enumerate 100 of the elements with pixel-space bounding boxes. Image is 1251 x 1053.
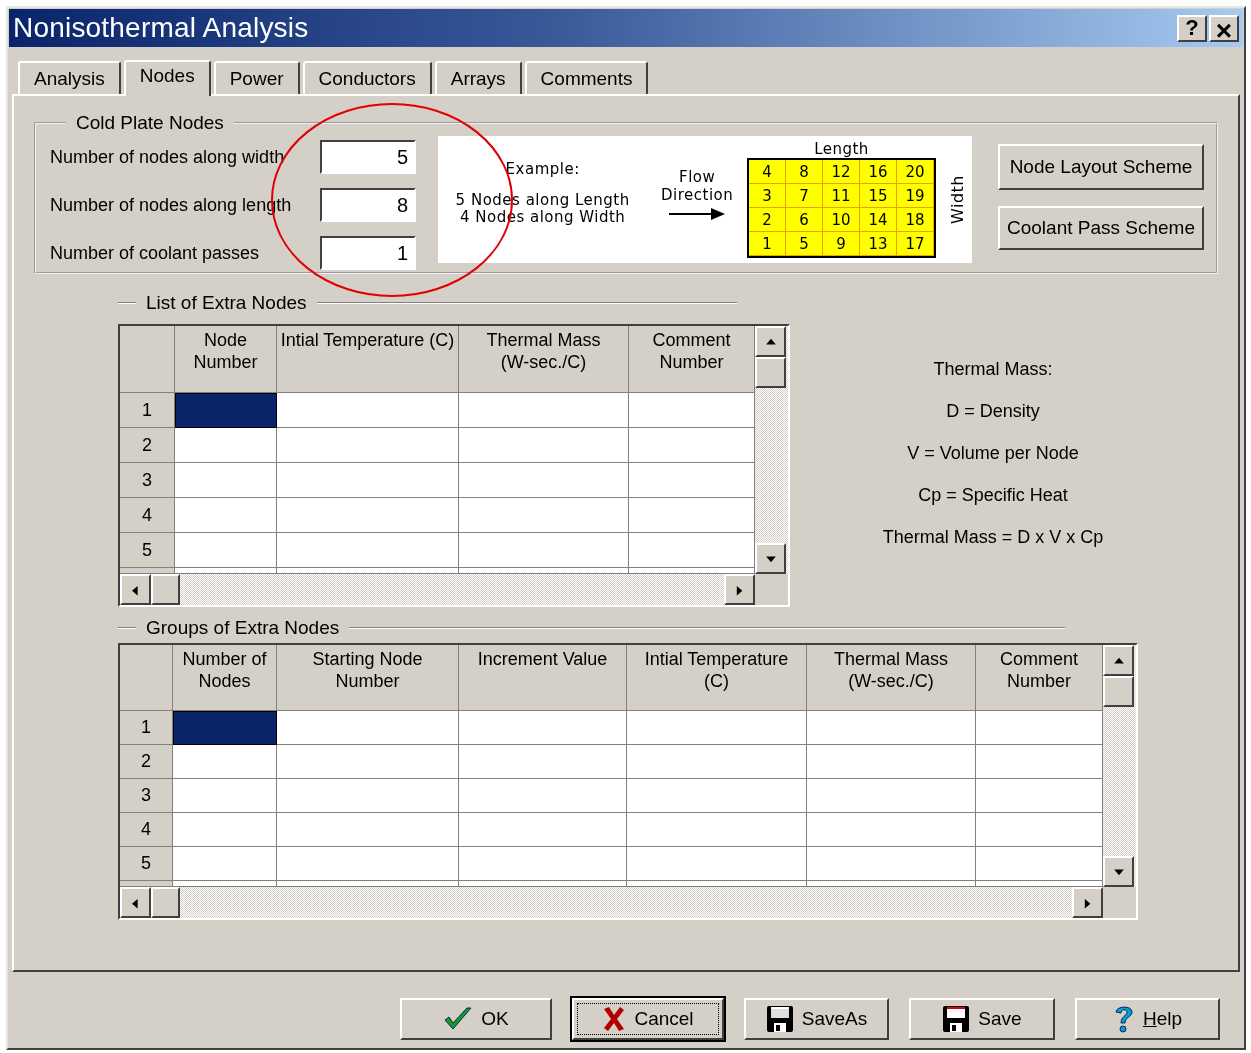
table-cell[interactable]	[459, 393, 629, 428]
table-cell[interactable]	[459, 711, 627, 745]
table-cell[interactable]	[173, 779, 277, 813]
tab[interactable]: Power	[213, 61, 300, 94]
table-cell[interactable]	[459, 428, 629, 463]
table-cell[interactable]	[807, 813, 976, 847]
scroll-up-button[interactable]	[1103, 645, 1134, 676]
table-cell[interactable]	[976, 813, 1103, 847]
column-header[interactable]: Intial Temperature (C)	[277, 326, 459, 393]
table-cell[interactable]	[173, 847, 277, 881]
column-header[interactable]: Comment Number	[976, 645, 1103, 711]
table-cell[interactable]	[459, 779, 627, 813]
number-field[interactable]: 5	[320, 140, 416, 174]
column-header[interactable]: Thermal Mass (W-sec./C)	[459, 326, 629, 393]
table-cell[interactable]	[277, 779, 459, 813]
row-header[interactable]: 2	[120, 428, 175, 463]
scroll-left-button[interactable]	[120, 887, 151, 918]
column-header[interactable]: Intial Temperature (C)	[627, 645, 807, 711]
table-cell[interactable]	[976, 745, 1103, 779]
tab[interactable]: Conductors	[302, 61, 432, 94]
scroll-down-button[interactable]	[1103, 856, 1134, 887]
help-button[interactable]: Help	[1075, 998, 1220, 1040]
column-header[interactable]: Starting Node Number	[277, 645, 459, 711]
table-cell[interactable]	[277, 711, 459, 745]
scheme-button[interactable]: Coolant Pass Scheme	[998, 206, 1204, 250]
table-cell[interactable]	[175, 428, 277, 463]
row-header[interactable]: 4	[120, 813, 173, 847]
tab[interactable]: Nodes	[123, 60, 211, 96]
table-cell[interactable]	[976, 711, 1103, 745]
tab[interactable]: Arrays	[434, 61, 522, 94]
number-field[interactable]: 8	[320, 188, 416, 222]
table-cell[interactable]	[629, 428, 755, 463]
table-cell[interactable]	[807, 745, 976, 779]
saveas-button[interactable]: SaveAs	[744, 998, 889, 1040]
table-cell[interactable]	[175, 533, 277, 568]
row-header[interactable]: 5	[120, 847, 173, 881]
table-cell[interactable]	[175, 463, 277, 498]
horizontal-scrollbar[interactable]	[120, 574, 755, 605]
scroll-thumb[interactable]	[755, 357, 786, 388]
scroll-right-button[interactable]	[1072, 887, 1103, 918]
table-cell[interactable]	[173, 745, 277, 779]
column-header[interactable]: Comment Number	[629, 326, 755, 393]
column-header[interactable]: Increment Value	[459, 645, 627, 711]
vertical-scrollbar[interactable]	[1103, 645, 1136, 887]
table-cell[interactable]	[627, 779, 807, 813]
vertical-scrollbar[interactable]	[755, 326, 788, 574]
scroll-right-button[interactable]	[724, 574, 755, 605]
scroll-down-button[interactable]	[755, 543, 786, 574]
table-cell[interactable]	[277, 813, 459, 847]
table-cell[interactable]	[629, 533, 755, 568]
table-cell[interactable]	[173, 813, 277, 847]
help-button[interactable]: ?	[1177, 14, 1207, 42]
column-header[interactable]: Thermal Mass (W-sec./C)	[807, 645, 976, 711]
table-cell[interactable]	[277, 745, 459, 779]
column-header[interactable]: Node Number	[175, 326, 277, 393]
number-field[interactable]: 1	[320, 236, 416, 270]
table-cell[interactable]	[807, 847, 976, 881]
row-header[interactable]: 1	[120, 393, 175, 428]
close-button[interactable]: ×	[1209, 14, 1239, 42]
table-cell[interactable]	[627, 745, 807, 779]
scroll-left-button[interactable]	[120, 574, 151, 605]
row-header[interactable]: 5	[120, 533, 175, 568]
scroll-thumb[interactable]	[151, 887, 180, 918]
table-cell[interactable]	[459, 498, 629, 533]
ok-button[interactable]: OK	[400, 998, 552, 1040]
column-header[interactable]: Number of Nodes	[173, 645, 277, 711]
table-cell[interactable]	[976, 847, 1103, 881]
scheme-button[interactable]: Node Layout Scheme	[998, 144, 1204, 190]
table-cell[interactable]	[277, 428, 459, 463]
table-cell[interactable]	[459, 745, 627, 779]
table-cell[interactable]	[459, 533, 629, 568]
scroll-thumb[interactable]	[1103, 676, 1134, 707]
row-header[interactable]: 3	[120, 463, 175, 498]
horizontal-scrollbar[interactable]	[120, 887, 1103, 918]
scroll-up-button[interactable]	[755, 326, 786, 357]
table-cell[interactable]	[277, 463, 459, 498]
table-cell[interactable]	[459, 847, 627, 881]
table-cell[interactable]	[807, 779, 976, 813]
row-header[interactable]: 1	[120, 711, 173, 745]
table-cell[interactable]	[277, 498, 459, 533]
row-header[interactable]: 2	[120, 745, 173, 779]
table-cell[interactable]	[627, 813, 807, 847]
table-cell[interactable]	[807, 711, 976, 745]
table-cell[interactable]	[277, 847, 459, 881]
table-cell[interactable]	[627, 847, 807, 881]
row-header[interactable]: 4	[120, 498, 175, 533]
table-cell[interactable]	[277, 533, 459, 568]
table-cell[interactable]	[459, 813, 627, 847]
table-cell[interactable]	[175, 498, 277, 533]
tab[interactable]: Analysis	[18, 61, 121, 94]
table-cell[interactable]	[173, 711, 277, 745]
table-cell[interactable]	[629, 393, 755, 428]
row-header[interactable]: 3	[120, 779, 173, 813]
table-cell[interactable]	[629, 463, 755, 498]
table-cell[interactable]	[175, 393, 277, 428]
table-cell[interactable]	[459, 463, 629, 498]
table-cell[interactable]	[976, 779, 1103, 813]
table-cell[interactable]	[277, 393, 459, 428]
table-cell[interactable]	[629, 498, 755, 533]
scroll-thumb[interactable]	[151, 574, 180, 605]
